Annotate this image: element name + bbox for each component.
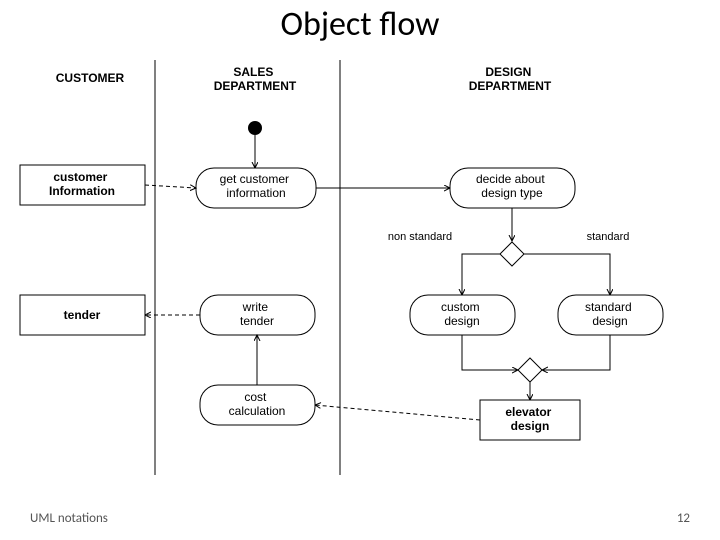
svg-text:get customer information: get customer information — [220, 172, 293, 200]
page-number: 12 — [677, 511, 690, 526]
svg-text:tender: tender — [64, 308, 101, 322]
svg-text:custom design: custom design — [441, 300, 483, 328]
lane-header-design: DESIGN DEPARTMENT — [469, 65, 552, 93]
branch-label-non-standard: non standard — [388, 231, 452, 243]
lane-header-customer: CUSTOMER — [56, 71, 125, 85]
initial-node-icon — [248, 121, 262, 135]
lane-header-sales: SALES DEPARTMENT — [214, 65, 297, 93]
decision-node-icon — [500, 242, 524, 266]
branch-label-standard: standard — [587, 231, 630, 243]
svg-text:decide about design typ: decide about design type — [476, 172, 548, 200]
merge-node-icon — [518, 358, 542, 382]
svg-text:customer Information: customer Information — [49, 170, 115, 198]
footer-left-label: UML notations — [30, 511, 108, 526]
svg-text:write tender: write tender — [240, 300, 274, 328]
diagram-canvas: CUSTOMER SALES DEPARTMENT DESIGN DEPARTM… — [0, 0, 720, 540]
svg-text:elevator design: elevator design — [505, 405, 554, 433]
svg-text:standard design: standard design — [585, 300, 635, 328]
